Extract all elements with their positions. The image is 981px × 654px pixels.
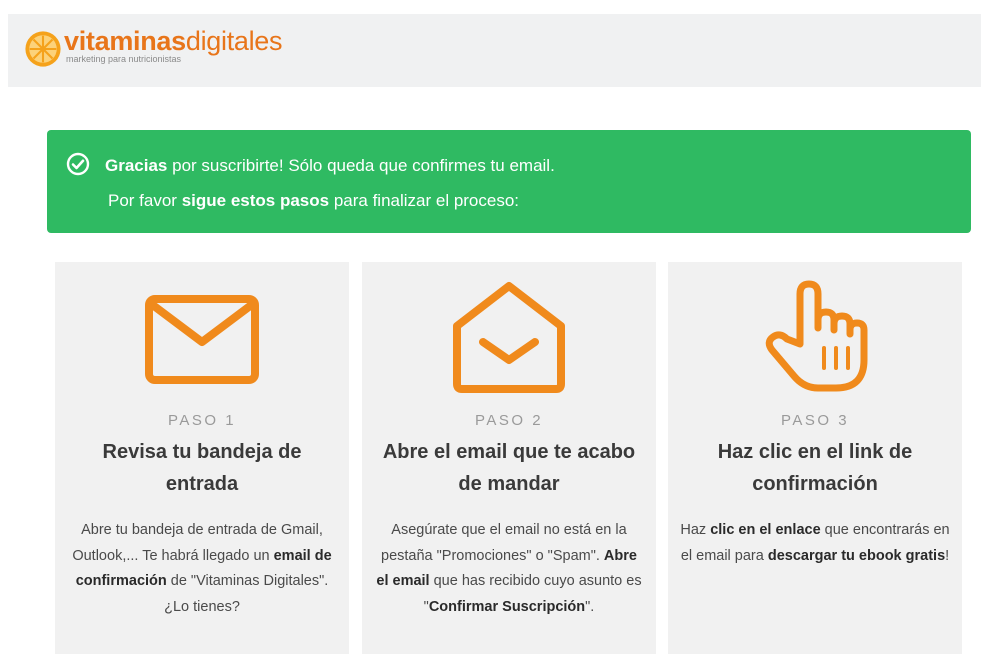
alert-line2-post: para finalizar el proceso:: [329, 191, 520, 210]
check-circle-icon: [66, 152, 90, 176]
alert-gracias: Gracias: [105, 156, 168, 175]
step-card-3: PASO 3 Haz clic en el link de confirmaci…: [668, 262, 962, 654]
step-title: Haz clic en el link de confirmación: [717, 441, 913, 495]
alert-line2-pre: Por favor: [108, 191, 182, 210]
success-alert: Gracias por suscribirte! Sólo queda que …: [47, 130, 971, 233]
step-label: PASO 3: [780, 412, 850, 429]
desc-text: ".: [585, 598, 595, 615]
brand-name-bold: vitaminas: [64, 26, 186, 56]
step-card-1: PASO 1 Revisa tu bandeja de entrada Abre…: [55, 262, 349, 654]
step-label: PASO 1: [167, 412, 237, 429]
brand-logo[interactable]: vitaminasdigitales marketing para nutric…: [24, 26, 283, 68]
alert-message-line2: Por favor sigue estos pasos para finaliz…: [108, 190, 519, 212]
alert-message-line1: Gracias por suscribirte! Sólo queda que …: [105, 155, 555, 177]
desc-text: Haz: [680, 522, 711, 538]
desc-text: Asegúrate que el email no está en la pes…: [381, 522, 627, 564]
orange-slice-icon: [25, 31, 61, 67]
step-card-2: PASO 2 Abre el email que te acabo de man…: [362, 262, 656, 654]
envelope-icon: [145, 295, 259, 384]
alert-line2-bold: sigue estos pasos: [181, 191, 330, 210]
desc-bold: clic en el enlace: [710, 522, 821, 538]
open-envelope-icon: [453, 282, 565, 393]
desc-bold: descargar tu ebook gratis: [767, 547, 946, 564]
step-label: PASO 2: [474, 412, 544, 429]
step-description: Haz clic en el enlace que encontrarás en…: [680, 518, 950, 569]
desc-text: de "Vitaminas Digitales". ¿Lo tienes?: [164, 573, 329, 615]
step-title: Revisa tu bandeja de entrada: [102, 441, 302, 495]
desc-text: !: [945, 547, 950, 564]
brand-name-light: digitales: [185, 26, 283, 56]
desc-bold: Confirmar Suscripción: [428, 598, 586, 615]
step-description: Asegúrate que el email no está en la pes…: [374, 518, 644, 620]
pointing-hand-icon: [765, 280, 868, 392]
brand-tagline: marketing para nutricionistas: [66, 54, 182, 64]
site-header: vitaminasdigitales marketing para nutric…: [8, 14, 981, 87]
step-title: Abre el email que te acabo de mandar: [382, 441, 636, 495]
step-description: Abre tu bandeja de entrada de Gmail, Out…: [67, 518, 337, 620]
brand-name: vitaminasdigitales: [64, 26, 283, 56]
alert-line1-text: por suscribirte! Sólo queda que confirme…: [167, 156, 555, 175]
